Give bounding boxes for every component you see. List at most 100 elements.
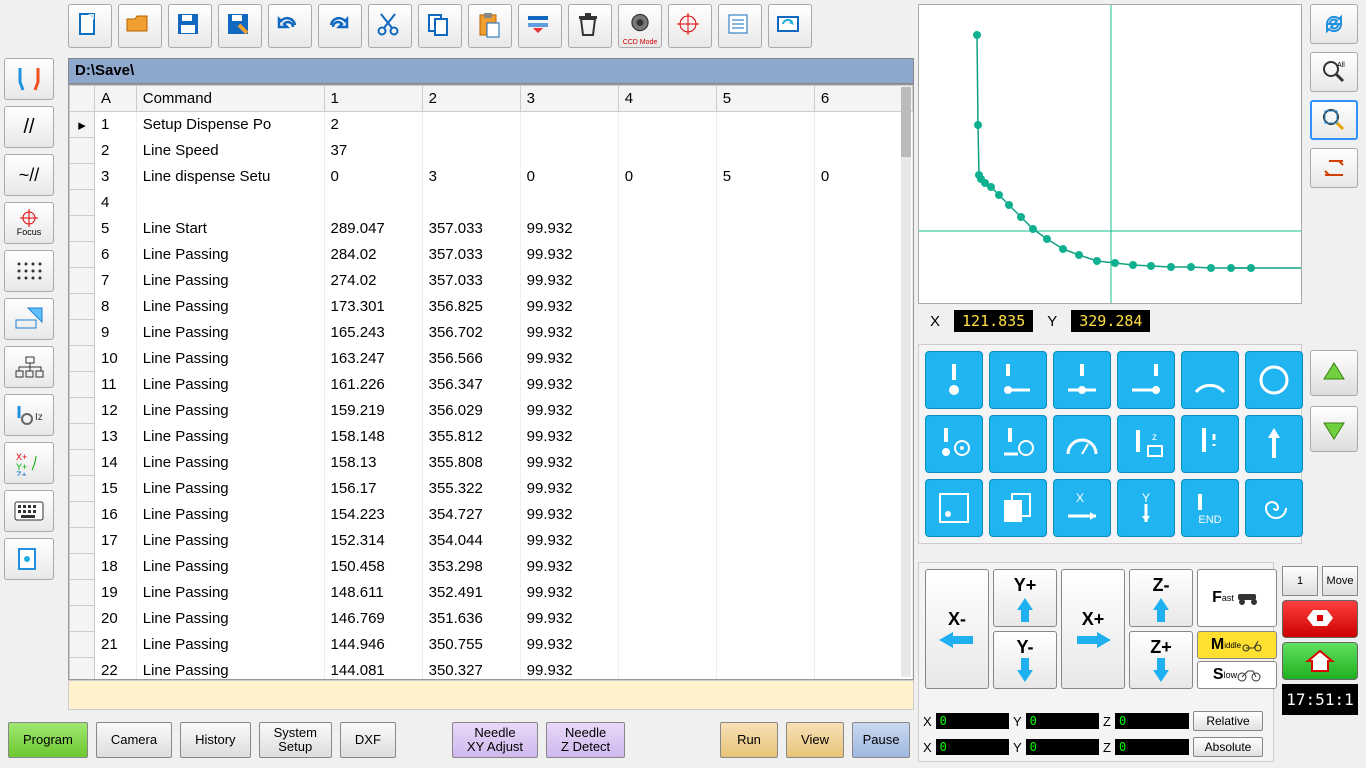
stop-button[interactable] <box>1282 600 1358 638</box>
cell-1[interactable]: 161.226 <box>324 372 422 398</box>
system-setup-tab[interactable]: System Setup <box>259 722 332 758</box>
cell-2[interactable] <box>422 138 520 164</box>
cell-4[interactable] <box>618 398 716 424</box>
cell-6[interactable] <box>814 502 912 528</box>
cell-2[interactable]: 357.033 <box>422 268 520 294</box>
hierarchy-button[interactable] <box>4 346 54 388</box>
cell-3[interactable] <box>520 112 618 138</box>
needle-z-detect-button[interactable]: Needle Z Detect <box>546 722 625 758</box>
camera-tab[interactable]: Camera <box>96 722 172 758</box>
table-row[interactable]: 9 Line Passing 165.243 356.702 99.932 <box>70 320 913 346</box>
cell-a[interactable]: 12 <box>95 398 137 424</box>
cell-6[interactable] <box>814 424 912 450</box>
delete-button[interactable] <box>568 4 612 48</box>
col-header[interactable]: 3 <box>520 86 618 112</box>
dispense-dot-button[interactable] <box>925 351 983 409</box>
step-y-button[interactable]: Y <box>1117 479 1175 537</box>
needle-tool-button[interactable] <box>4 58 54 100</box>
cell-command[interactable]: Line Passing <box>136 424 324 450</box>
cell-1[interactable]: 144.081 <box>324 658 422 681</box>
cell-3[interactable]: 99.932 <box>520 268 618 294</box>
cell-2[interactable] <box>422 190 520 216</box>
cell-command[interactable]: Line Passing <box>136 632 324 658</box>
cell-2[interactable]: 354.044 <box>422 528 520 554</box>
cell-4[interactable] <box>618 190 716 216</box>
save-as-button[interactable] <box>218 4 262 48</box>
cell-4[interactable] <box>618 632 716 658</box>
cell-6[interactable] <box>814 398 912 424</box>
cell-3[interactable] <box>520 190 618 216</box>
line-start-button[interactable] <box>989 351 1047 409</box>
cell-3[interactable]: 99.932 <box>520 528 618 554</box>
z-clearance-button[interactable]: z <box>1117 415 1175 473</box>
cell-3[interactable]: 99.932 <box>520 450 618 476</box>
paste-button[interactable] <box>468 4 512 48</box>
zoom-all-button[interactable]: All <box>1310 52 1358 92</box>
table-row[interactable]: 19 Line Passing 148.611 352.491 99.932 <box>70 580 913 606</box>
cell-6[interactable] <box>814 606 912 632</box>
cell-2[interactable]: 355.808 <box>422 450 520 476</box>
cell-4[interactable] <box>618 242 716 268</box>
cell-4[interactable] <box>618 320 716 346</box>
end-program-button[interactable]: END <box>1181 479 1239 537</box>
cell-1[interactable]: 158.148 <box>324 424 422 450</box>
cell-command[interactable]: Line Passing <box>136 242 324 268</box>
cell-2[interactable]: 357.033 <box>422 216 520 242</box>
needle-xy-adjust-button[interactable]: Needle XY Adjust <box>452 722 538 758</box>
table-row[interactable]: 7 Line Passing 274.02 357.033 99.932 <box>70 268 913 294</box>
cell-5[interactable] <box>716 580 814 606</box>
wave-lines-button[interactable]: ~// <box>4 154 54 196</box>
cell-a[interactable]: 18 <box>95 554 137 580</box>
cell-5[interactable]: 5 <box>716 164 814 190</box>
col-header[interactable]: 6 <box>814 86 912 112</box>
table-row[interactable]: 3 Line dispense Setu 0 3 0 0 5 0 <box>70 164 913 190</box>
spiral-button[interactable] <box>1245 479 1303 537</box>
cell-3[interactable]: 99.932 <box>520 424 618 450</box>
line-setup-button[interactable] <box>989 415 1047 473</box>
rel-x-value[interactable]: 0 <box>936 713 1009 729</box>
cell-a[interactable]: 21 <box>95 632 137 658</box>
cell-2[interactable]: 357.033 <box>422 242 520 268</box>
col-header[interactable]: 2 <box>422 86 520 112</box>
cell-2[interactable]: 355.812 <box>422 424 520 450</box>
cell-5[interactable] <box>716 424 814 450</box>
cell-3[interactable]: 99.932 <box>520 216 618 242</box>
col-header[interactable]: 5 <box>716 86 814 112</box>
redo-button[interactable] <box>318 4 362 48</box>
cell-1[interactable]: 154.223 <box>324 502 422 528</box>
cell-6[interactable] <box>814 658 912 681</box>
cell-2[interactable]: 350.327 <box>422 658 520 681</box>
cell-2[interactable]: 355.322 <box>422 476 520 502</box>
keyboard-button[interactable] <box>4 490 54 532</box>
cut-button[interactable] <box>368 4 412 48</box>
cell-3[interactable]: 99.932 <box>520 554 618 580</box>
cell-1[interactable]: 37 <box>324 138 422 164</box>
line-end-button[interactable] <box>1117 351 1175 409</box>
jog-y-plus-button[interactable]: Y+ <box>993 569 1057 627</box>
cell-5[interactable] <box>716 502 814 528</box>
speed-fast-button[interactable]: Fast <box>1197 569 1277 627</box>
cell-3[interactable]: 99.932 <box>520 346 618 372</box>
cell-5[interactable] <box>716 112 814 138</box>
cell-command[interactable]: Line Passing <box>136 320 324 346</box>
cell-a[interactable]: 9 <box>95 320 137 346</box>
jog-x-minus-button[interactable]: X- <box>925 569 989 689</box>
cell-command[interactable]: Line Passing <box>136 476 324 502</box>
copy-button[interactable] <box>418 4 462 48</box>
cell-1[interactable]: 152.314 <box>324 528 422 554</box>
absolute-button[interactable]: Absolute <box>1193 737 1263 757</box>
speed-slow-button[interactable]: Slow <box>1197 661 1277 689</box>
table-row[interactable]: 4 <box>70 190 913 216</box>
cell-6[interactable] <box>814 372 912 398</box>
cell-1[interactable]: 158.13 <box>324 450 422 476</box>
cell-6[interactable] <box>814 580 912 606</box>
program-icon-button[interactable] <box>4 538 54 580</box>
cell-1[interactable]: 163.247 <box>324 346 422 372</box>
cell-command[interactable]: Line Passing <box>136 346 324 372</box>
table-row[interactable]: 12 Line Passing 159.219 356.029 99.932 <box>70 398 913 424</box>
cell-2[interactable]: 3 <box>422 164 520 190</box>
cell-2[interactable] <box>422 112 520 138</box>
cell-1[interactable]: 173.301 <box>324 294 422 320</box>
cell-6[interactable] <box>814 450 912 476</box>
cell-1[interactable]: 165.243 <box>324 320 422 346</box>
